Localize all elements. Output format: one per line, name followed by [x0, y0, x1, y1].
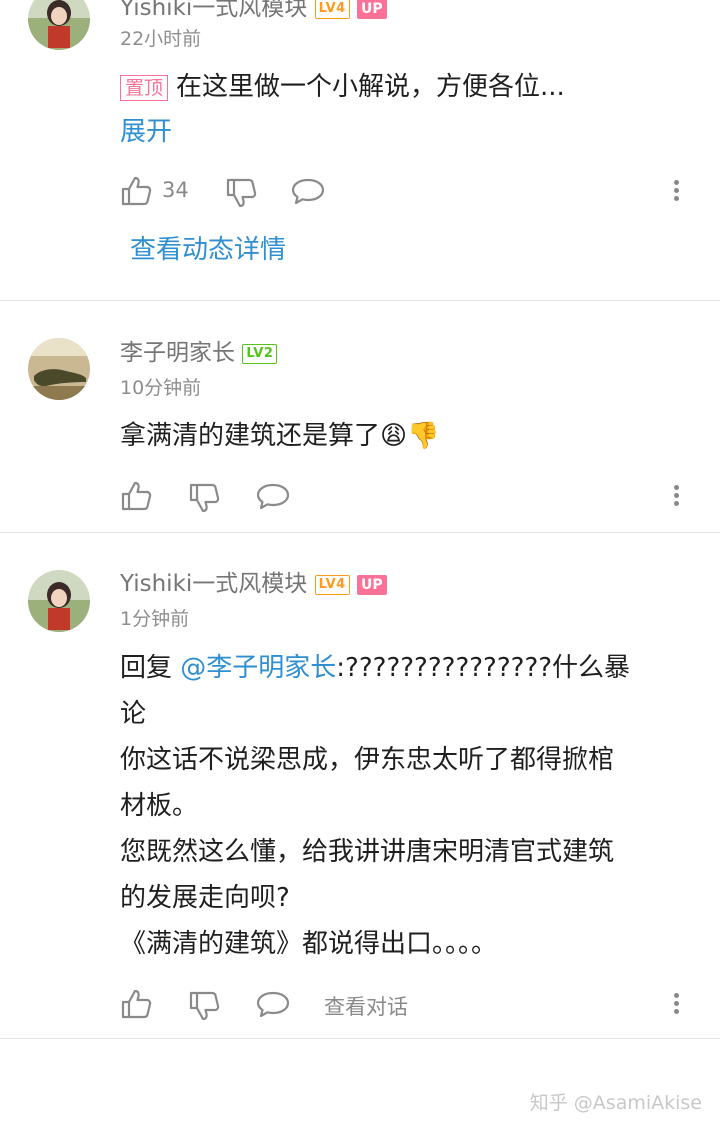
- comment-bubble-icon[interactable]: [256, 482, 290, 510]
- comment-line: 论: [120, 699, 147, 729]
- mention-link[interactable]: @李子明家长: [180, 653, 336, 683]
- emoji: 😩👎: [380, 421, 440, 451]
- avatar[interactable]: [28, 338, 90, 400]
- more-vertical-icon[interactable]: [672, 990, 680, 1017]
- reply-prefix: 回复: [120, 653, 181, 683]
- comment-time: 22小时前: [120, 28, 202, 50]
- comment-line: 你这话不说梁思成，伊东忠太听了都得掀棺: [120, 745, 615, 775]
- comment-line: 《满清的建筑》都说得出口。。。。: [120, 929, 498, 959]
- thumbs-down-icon[interactable]: [225, 177, 257, 209]
- comment-body: 拿满清的建筑还是算了: [120, 421, 381, 451]
- view-conversation-link[interactable]: 查看对话: [324, 991, 408, 1021]
- comment-text: 拿满清的建筑还是算了😩👎: [120, 413, 440, 459]
- divider: [0, 300, 720, 301]
- comment-bubble-icon[interactable]: [256, 990, 290, 1018]
- username[interactable]: 李子明家长 LV2: [120, 333, 278, 367]
- divider: [0, 532, 720, 533]
- username[interactable]: Yishiki一式风模块 LV4 UP: [120, 564, 387, 598]
- thumbs-up-icon[interactable]: [120, 175, 152, 207]
- expand-link[interactable]: 展开: [120, 109, 172, 155]
- comment-body: :???????????????什么暴: [336, 653, 631, 683]
- comment-line: 回复 @李子明家长:???????????????什么暴: [120, 645, 630, 691]
- like-count: 34: [162, 178, 189, 202]
- comment-line: 您既然这么懂，给我讲讲唐宋明清官式建筑: [120, 837, 615, 867]
- comment-body: 在这里做一个小解说，方便各位...: [176, 72, 565, 102]
- username[interactable]: Yishiki一式风模块 LV4 UP: [120, 0, 387, 22]
- level-badge: LV4: [314, 574, 350, 595]
- more-vertical-icon[interactable]: [672, 177, 680, 204]
- view-dynamic-details-link[interactable]: 查看动态详情: [130, 229, 286, 266]
- comment-time: 10分钟前: [120, 377, 202, 399]
- comment-line: 材板。: [120, 791, 199, 821]
- pinned-tag: 置顶: [120, 74, 169, 101]
- avatar[interactable]: [28, 570, 90, 632]
- comment-bubble-icon[interactable]: [291, 177, 325, 205]
- username-text[interactable]: Yishiki一式风模块: [120, 571, 307, 597]
- more-vertical-icon[interactable]: [672, 482, 680, 509]
- comment-text: 回复 @李子明家长:???????????????什么暴 论 你这话不说梁思成，…: [120, 645, 630, 967]
- comment-text: 置顶 在这里做一个小解说，方便各位...: [120, 64, 565, 110]
- avatar[interactable]: [28, 0, 90, 50]
- watermark: 知乎 @AsamiAkise: [529, 1092, 702, 1114]
- level-badge: LV2: [242, 343, 278, 364]
- divider: [0, 1038, 720, 1039]
- comment-line: 的发展走向呗?: [120, 883, 290, 913]
- username-text[interactable]: 李子明家长: [120, 340, 235, 366]
- thumbs-down-icon[interactable]: [188, 482, 220, 514]
- up-badge: UP: [357, 0, 387, 19]
- thumbs-down-icon[interactable]: [188, 990, 220, 1022]
- thumbs-up-icon[interactable]: [120, 480, 152, 512]
- thumbs-up-icon[interactable]: [120, 988, 152, 1020]
- level-badge: LV4: [314, 0, 350, 19]
- comment-time: 1分钟前: [120, 608, 190, 630]
- username-text[interactable]: Yishiki一式风模块: [120, 0, 307, 21]
- up-badge: UP: [357, 574, 387, 595]
